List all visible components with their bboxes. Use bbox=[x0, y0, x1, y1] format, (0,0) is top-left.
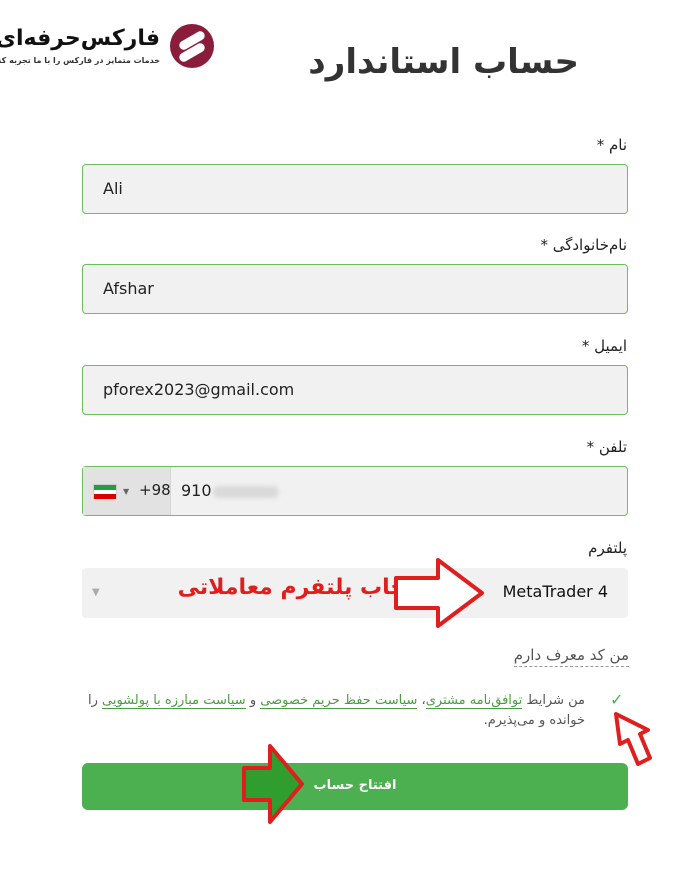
annotation-arrow-right-green-icon bbox=[242, 744, 304, 824]
iran-flag-icon bbox=[93, 484, 117, 499]
customer-agreement-link[interactable]: توافق‌نامه مشتری bbox=[425, 693, 523, 709]
terms-checkbox[interactable]: ✓ bbox=[610, 690, 623, 709]
last-name-input[interactable]: Afshar bbox=[82, 264, 628, 314]
annotation-arrow-up-icon bbox=[614, 712, 652, 766]
annotation-arrow-right-icon bbox=[394, 558, 484, 628]
open-account-label: افتتاح حساب bbox=[313, 778, 397, 793]
phone-label: تلفن * bbox=[586, 438, 627, 456]
privacy-policy-link[interactable]: سیاست حفظ حریم خصوصی bbox=[260, 693, 418, 709]
platform-annotation: انتخاب پلتفرم معاملاتی bbox=[177, 575, 431, 600]
email-input[interactable]: pforex2023@gmail.com bbox=[82, 365, 628, 415]
open-account-button[interactable]: افتتاح حساب bbox=[82, 763, 628, 810]
brand-logo[interactable]: فارکس‌حرفه‌ای خدمات متمایز در فارکس را ب… bbox=[0, 22, 214, 72]
caret-down-icon: ▼ bbox=[123, 487, 130, 496]
brand-name: فارکس‌حرفه‌ای bbox=[0, 26, 160, 51]
phone-input[interactable]: ▼ +98 910 bbox=[82, 466, 628, 516]
brand-tagline: خدمات متمایز در فارکس را با ما تجربه کنی… bbox=[0, 56, 160, 65]
phone-number-redacted bbox=[213, 486, 279, 498]
first-name-label: نام * bbox=[596, 136, 627, 154]
terms-text: من شرایط توافق‌نامه مشتری، سیاست حفظ حری… bbox=[87, 693, 585, 728]
dial-code: +98 bbox=[139, 481, 171, 499]
referral-code-link[interactable]: من کد معرف دارم bbox=[513, 646, 629, 667]
aml-policy-link[interactable]: سیاست مبارزه با پولشویی bbox=[102, 693, 246, 709]
last-name-label: نام‌خانوادگی * bbox=[540, 236, 627, 254]
page-title: حساب استاندارد bbox=[308, 42, 579, 82]
first-name-value: Ali bbox=[103, 179, 123, 198]
last-name-value: Afshar bbox=[103, 279, 154, 298]
platform-label: پلتفرم bbox=[588, 539, 627, 557]
caret-down-icon: ▼ bbox=[92, 587, 100, 598]
brand-logo-icon bbox=[170, 24, 214, 68]
first-name-input[interactable]: Ali bbox=[82, 164, 628, 214]
email-value: pforex2023@gmail.com bbox=[103, 380, 295, 399]
email-label: ایمیل * bbox=[581, 337, 627, 355]
platform-selected-value: MetaTrader 4 bbox=[502, 582, 608, 601]
country-code-selector[interactable]: ▼ +98 bbox=[83, 467, 171, 515]
phone-number-value: 910 bbox=[181, 481, 212, 500]
